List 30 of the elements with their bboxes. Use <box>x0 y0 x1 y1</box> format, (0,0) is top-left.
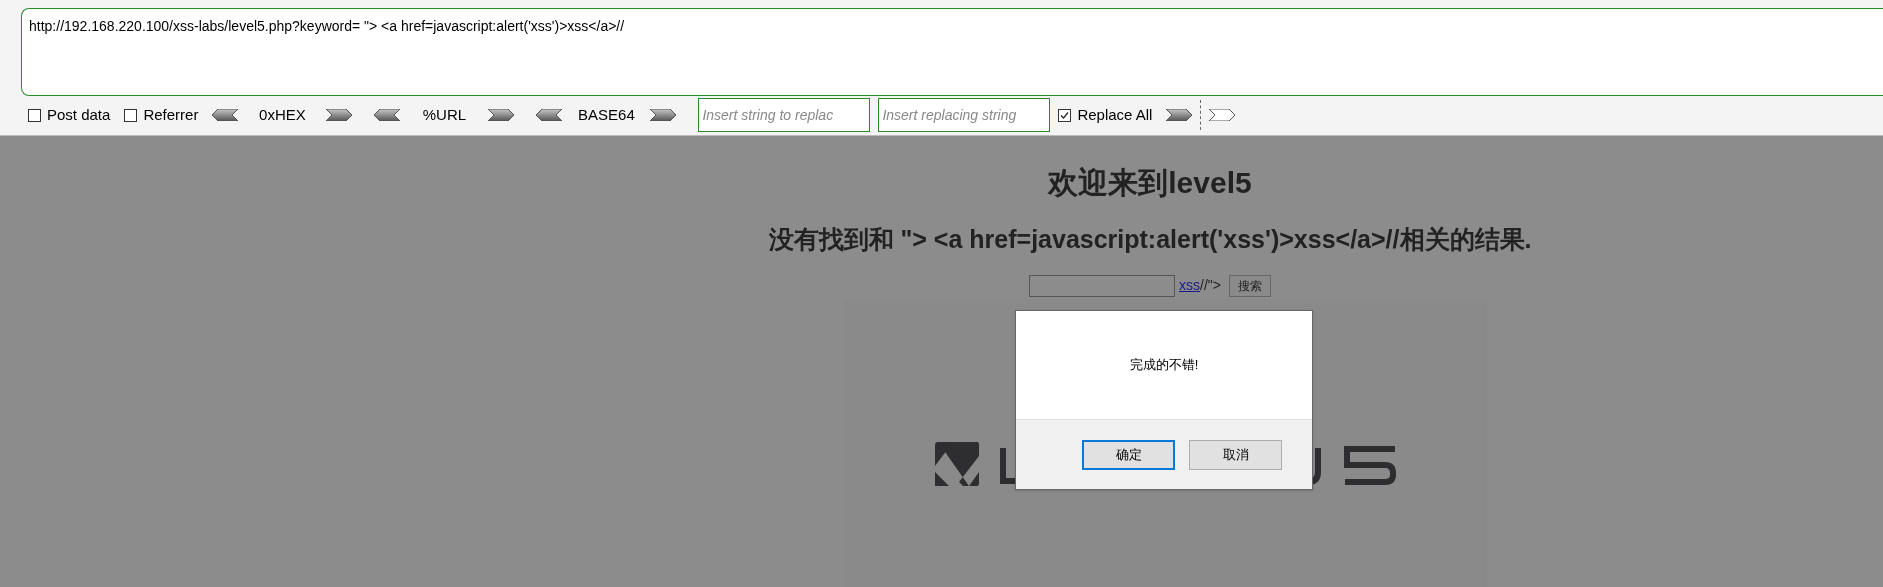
right-arrow-icon[interactable] <box>650 109 677 121</box>
search-field[interactable] <box>1029 274 1176 297</box>
left-arrow-icon[interactable] <box>536 109 563 121</box>
encoder-label: %URL <box>421 104 468 125</box>
checkbox-option[interactable]: Referrer <box>124 103 199 127</box>
checkmark-icon <box>1060 110 1070 120</box>
right-arrow-icon[interactable] <box>1166 109 1193 121</box>
right-arrow-icon[interactable] <box>1209 109 1236 121</box>
checkbox-option[interactable]: Post data <box>28 103 111 127</box>
replace-field[interactable]: Insert string to replac <box>698 98 871 132</box>
result-message: 没有找到和 "> <a href=javascript:alert('xss')>xss</a>//相关的结果. <box>768 224 1532 255</box>
url-field[interactable]: http://192.168.220.100/xss-labs/level5.php?keyword= "> <a href=javascript:alert('xss')>xss</a>// <box>21 8 1883 96</box>
left-arrow-icon[interactable] <box>374 109 401 121</box>
checkbox[interactable] <box>124 108 138 122</box>
encoder-label: 0xHEX <box>258 104 307 125</box>
dialog-message: 完成的不错! <box>1129 356 1199 375</box>
checkbox-option[interactable]: Replace All <box>1058 103 1153 127</box>
xss-link[interactable]: xss <box>1179 275 1201 296</box>
left-arrow-icon[interactable] <box>212 109 239 121</box>
checkbox[interactable] <box>1058 108 1072 122</box>
search-button[interactable]: 搜索 <box>1228 274 1271 297</box>
checkbox[interactable] <box>28 108 41 122</box>
encoder-label: BASE64 <box>577 104 636 125</box>
dialog-button[interactable]: 取消 <box>1189 439 1282 470</box>
right-arrow-icon[interactable] <box>488 109 515 121</box>
dialog-button[interactable]: 确定 <box>1082 439 1175 470</box>
right-arrow-icon[interactable] <box>326 109 353 121</box>
replace-field[interactable]: Insert replacing string <box>878 98 1051 132</box>
trailing-text: //"> <box>1200 276 1221 295</box>
page-title: 欢迎来到level5 <box>1048 165 1252 201</box>
